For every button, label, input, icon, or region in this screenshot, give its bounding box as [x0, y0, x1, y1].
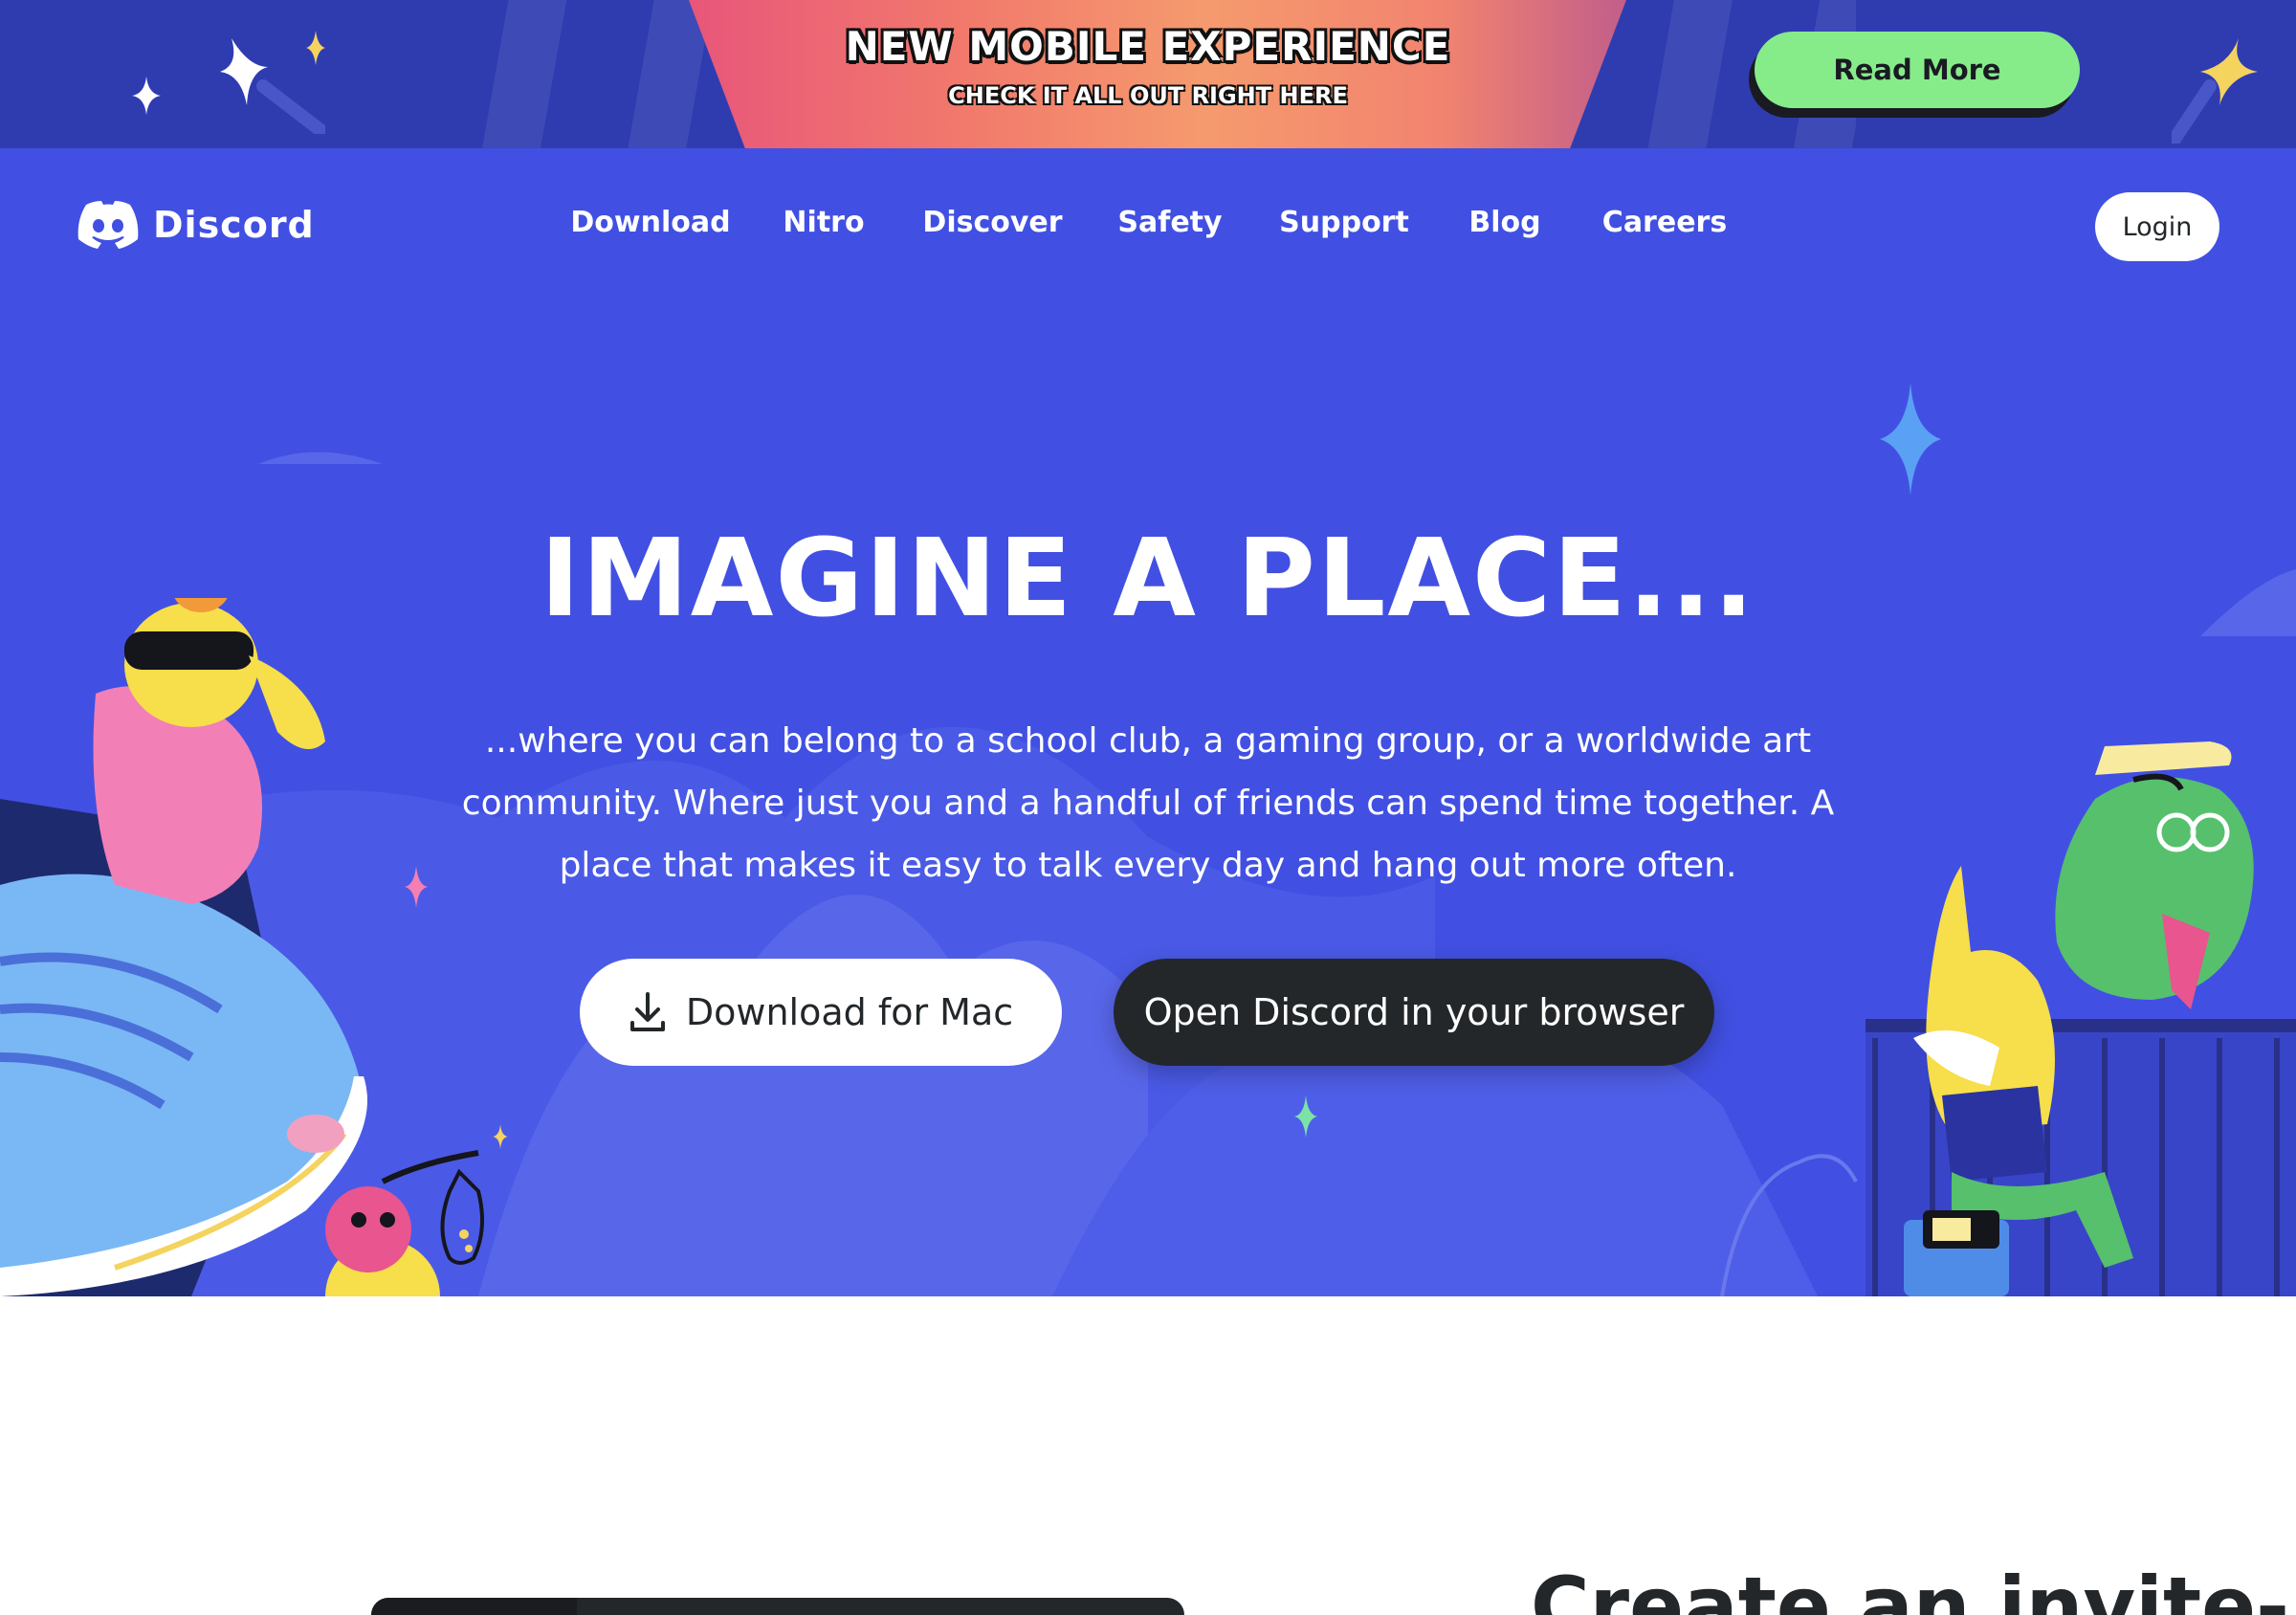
promo-banner[interactable]: NEW MOBILE EXPERIENCE CHECK IT ALL OUT R…: [0, 0, 2296, 148]
download-icon: [629, 992, 665, 1031]
hero-section: Discord Download Nitro Discover Safety S…: [0, 148, 2296, 1296]
hero-illustration-right: [1866, 741, 2296, 1296]
login-button[interactable]: Login: [2095, 192, 2219, 261]
hero-description: ...where you can belong to a school club…: [461, 721, 1835, 885]
download-for-mac-button[interactable]: Download for Mac: [580, 959, 1062, 1066]
hero-headline: IMAGINE A PLACE...: [540, 517, 1756, 641]
nav-link-safety[interactable]: Safety: [1106, 187, 1234, 259]
read-more-button[interactable]: Read More: [1755, 32, 2080, 108]
nav-link-careers[interactable]: Careers: [1592, 187, 1737, 259]
download-for-mac-label: Download for Mac: [685, 991, 1014, 1033]
nav-link-nitro[interactable]: Nitro: [769, 187, 878, 259]
discord-logo-icon: [77, 201, 139, 249]
logo-wordmark: Discord: [153, 204, 315, 246]
nav-link-support[interactable]: Support: [1270, 187, 1418, 259]
app-preview-card: [371, 1598, 1184, 1615]
app-preview-sidebar: [371, 1598, 577, 1615]
section-title: Create an invite-: [1531, 1560, 2289, 1615]
nav-link-discover[interactable]: Discover: [914, 187, 1071, 259]
open-in-browser-button[interactable]: Open Discord in your browser: [1114, 959, 1714, 1066]
hero-illustration-left: [0, 598, 484, 1296]
sparkle-icon: [1294, 1095, 1317, 1138]
discord-logo[interactable]: Discord: [77, 191, 315, 258]
nav-link-blog[interactable]: Blog: [1454, 187, 1556, 259]
nav-link-download[interactable]: Download: [564, 187, 737, 259]
sparkle-icon: [1880, 383, 1941, 496]
